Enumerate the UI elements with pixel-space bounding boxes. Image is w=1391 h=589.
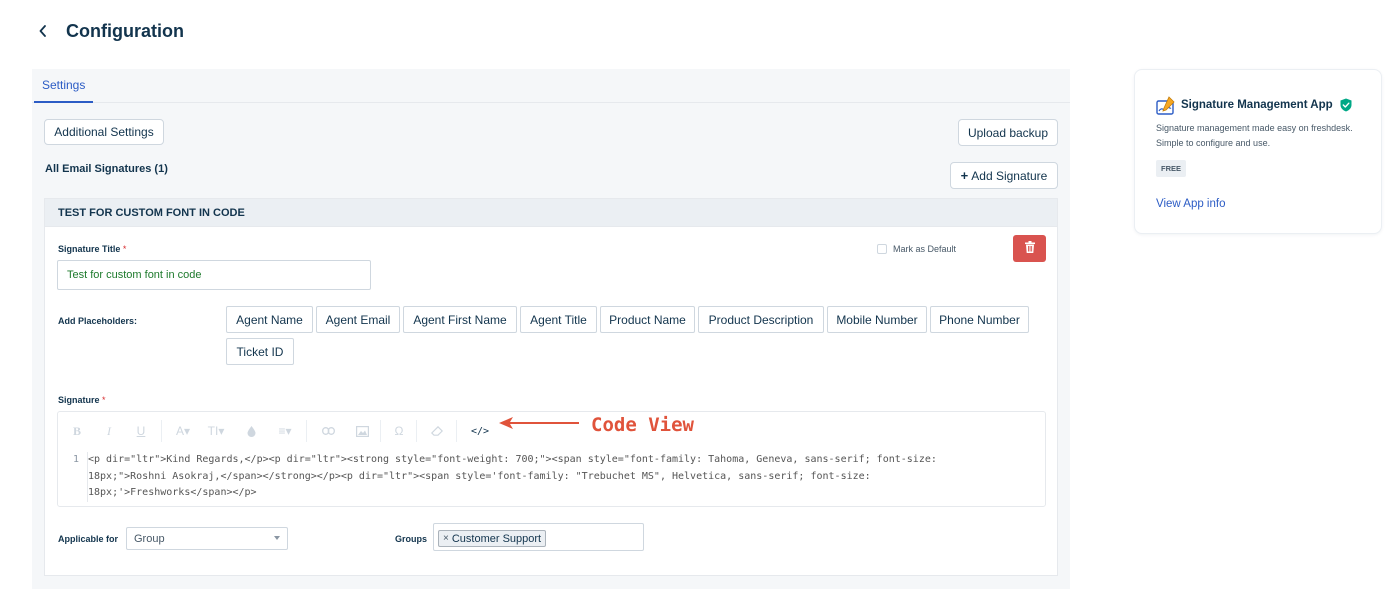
placeholder-product-name[interactable]: Product Name	[600, 306, 695, 333]
signature-label: Signature *	[58, 395, 106, 405]
view-app-info-link[interactable]: View App info	[1156, 198, 1225, 210]
applicable-for-label: Applicable for	[58, 534, 119, 544]
code-line: 18px;'>Freshworks</span></p>	[88, 487, 257, 498]
group-chip: × Customer Support	[438, 530, 547, 547]
trash-icon	[1024, 240, 1035, 258]
signature-label-text: Signature	[58, 395, 100, 405]
chevron-left-icon[interactable]	[36, 24, 50, 38]
delete-signature-button[interactable]	[1013, 235, 1046, 262]
fill-icon[interactable]	[244, 423, 258, 439]
placeholder-product-description[interactable]: Product Description	[698, 306, 824, 333]
toolbar-divider	[456, 420, 457, 442]
app-description: Signature management made easy on freshd…	[1156, 123, 1353, 148]
main-panel: Settings Additional Settings Upload back…	[32, 69, 1070, 589]
upload-backup-button[interactable]: Upload backup	[958, 119, 1058, 146]
groups-label: Groups	[395, 534, 428, 544]
code-view-annotation: Code View	[497, 414, 694, 436]
toolbar-divider	[161, 420, 162, 442]
mark-as-default[interactable]: Mark as Default	[877, 244, 956, 254]
signature-card: TEST FOR CUSTOM FONT IN CODE Signature T…	[44, 198, 1058, 576]
image-icon[interactable]	[354, 423, 370, 439]
placeholder-agent-name[interactable]: Agent Name	[226, 306, 313, 333]
code-lines[interactable]: <p dir="ltr">Kind Regards,</p><p dir="lt…	[87, 452, 1037, 502]
arrow-left-icon	[497, 415, 581, 436]
add-signature-label: Add Signature	[971, 168, 1048, 183]
placeholder-agent-title[interactable]: Agent Title	[520, 306, 597, 333]
chevron-down-icon	[274, 536, 280, 540]
toolbar-divider	[306, 420, 307, 442]
mark-default-checkbox[interactable]	[877, 244, 887, 254]
add-signature-button[interactable]: + Add Signature	[950, 162, 1058, 189]
remove-chip-icon[interactable]: ×	[443, 533, 449, 544]
signatures-heading: All Email Signatures (1)	[45, 163, 168, 175]
code-editor[interactable]: 1 <p dir="ltr">Kind Regards,</p><p dir="…	[58, 450, 1045, 508]
app-name: Signature Management App	[1181, 99, 1333, 111]
font-color-icon[interactable]: A▾	[172, 423, 194, 439]
toolbar-divider	[380, 420, 381, 442]
applicable-for-select[interactable]: Group	[126, 527, 288, 550]
align-icon[interactable]: ≡▾	[274, 423, 296, 439]
code-line: <p dir="ltr">Kind Regards,</p><p dir="lt…	[88, 454, 937, 465]
free-badge: FREE	[1156, 160, 1187, 177]
underline-icon[interactable]: U	[134, 423, 148, 439]
placeholder-agent-email[interactable]: Agent Email	[316, 306, 400, 333]
applicable-for-value: Group	[134, 532, 165, 545]
signature-title-label-text: Signature Title	[58, 244, 121, 254]
groups-input[interactable]: × Customer Support	[433, 523, 644, 551]
code-line: 18px;">Roshni Asokraj,</span></strong></…	[88, 470, 871, 482]
verified-shield-icon	[1340, 98, 1352, 112]
additional-settings-button[interactable]: Additional Settings	[44, 119, 164, 145]
eraser-icon[interactable]	[430, 423, 444, 439]
required-mark: *	[102, 395, 106, 405]
tab-bar: Settings	[32, 69, 1070, 103]
required-mark: *	[122, 244, 127, 254]
page-header: Configuration	[36, 18, 184, 44]
placeholder-agent-first-name[interactable]: Agent First Name	[403, 306, 517, 333]
signature-app-logo-icon	[1156, 96, 1176, 116]
italic-icon[interactable]: I	[102, 423, 116, 439]
app-info-card: Signature Management App Signature manag…	[1134, 69, 1382, 234]
page-title: Configuration	[66, 20, 184, 41]
placeholder-mobile-number[interactable]: Mobile Number	[827, 306, 927, 333]
plus-icon: +	[960, 168, 969, 183]
annotation-text: Code View	[591, 414, 694, 436]
signature-card-heading: TEST FOR CUSTOM FONT IN CODE	[45, 199, 1057, 227]
tab-settings[interactable]: Settings	[34, 69, 94, 103]
add-placeholders-label: Add Placeholders:	[58, 316, 138, 326]
placeholder-phone-number[interactable]: Phone Number	[930, 306, 1029, 333]
text-size-icon[interactable]: TI▾	[204, 423, 228, 439]
signature-title-input[interactable]: Test for custom font in code	[57, 260, 371, 290]
line-number: 1	[72, 454, 79, 465]
link-icon[interactable]	[320, 423, 336, 439]
toolbar-divider	[416, 420, 417, 442]
bold-icon[interactable]: B	[70, 423, 84, 439]
placeholder-ticket-id[interactable]: Ticket ID	[226, 338, 294, 365]
mark-default-label: Mark as Default	[893, 244, 957, 254]
code-view-icon[interactable]: </>	[470, 423, 490, 439]
special-char-icon[interactable]: Ω	[392, 423, 406, 439]
signature-title-label: Signature Title *	[58, 244, 126, 254]
group-chip-label: Customer Support	[451, 532, 542, 545]
